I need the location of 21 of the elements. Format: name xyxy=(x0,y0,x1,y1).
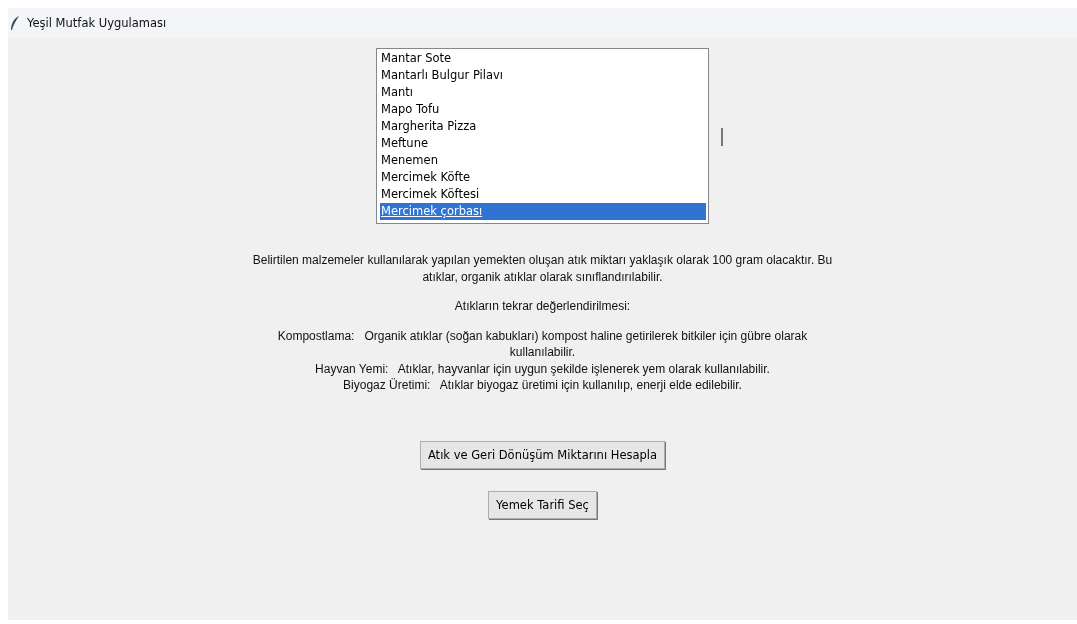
recipe-list-item[interactable]: Mantı xyxy=(380,84,708,101)
result-text: Belirtilen malzemeler kullanılarak yapılan yemekten oluşan atık miktarı yaklaşık olarak 100 gram olacaktır. Bu atıklar, organik atıklar olarak sınıflandırılabilir. xyxy=(251,252,834,285)
result-text: Kompostlama: Organik atıklar (soğan kabukları) kompost haline getirilerek bitkiler için gübre olarak kullanılabilir. xyxy=(276,327,809,361)
action-button[interactable]: Yemek Tarifi Seç xyxy=(488,490,597,519)
recipe-list-item[interactable]: Mantarlı Bulgur Pilavı xyxy=(380,67,708,84)
action-button[interactable]: Atık ve Geri Dönüşüm Miktarını Hesapla xyxy=(419,440,666,469)
scrollbar-thumb[interactable] xyxy=(721,128,723,146)
recipe-list-item[interactable]: Meftune xyxy=(380,135,708,152)
result-text: Atıkların tekrar değerlendirilmesi: xyxy=(453,298,632,315)
recipe-list-item[interactable]: Menemen xyxy=(380,152,708,169)
window-title: Yeşil Mutfak Uygulaması xyxy=(27,16,167,30)
recipe-list-item[interactable]: Mapo Tofu xyxy=(380,101,708,118)
recipe-list-item[interactable]: Mercimek Köfte xyxy=(380,169,708,186)
recipe-list-item[interactable]: Margherita Pizza xyxy=(380,118,708,135)
feather-icon xyxy=(10,15,20,31)
result-text: Hayvan Yemi: Atıklar, hayvanlar için uygun şekilde işlenerek yem olarak kullanılabilir. xyxy=(314,360,771,377)
recipe-list-item[interactable]: Mercimek çorbası xyxy=(380,203,706,220)
recipe-list-item[interactable]: Mercimek Köftesi xyxy=(380,186,708,203)
recipe-list-item[interactable]: Mantar Sote xyxy=(380,50,708,67)
result-text: Biyogaz Üretimi: Atıklar biyogaz üretimi için kullanılıp, enerji elde edilebilir. xyxy=(342,377,743,394)
recipe-listbox[interactable]: Mantar Sote Mantarlı Bulgur Pilavı Mantı Mapo Tofu Margherita Pizza Meftune Menemen Mercimek Köfte Mercimek Köftesi Mercimek çorbası xyxy=(376,48,709,224)
